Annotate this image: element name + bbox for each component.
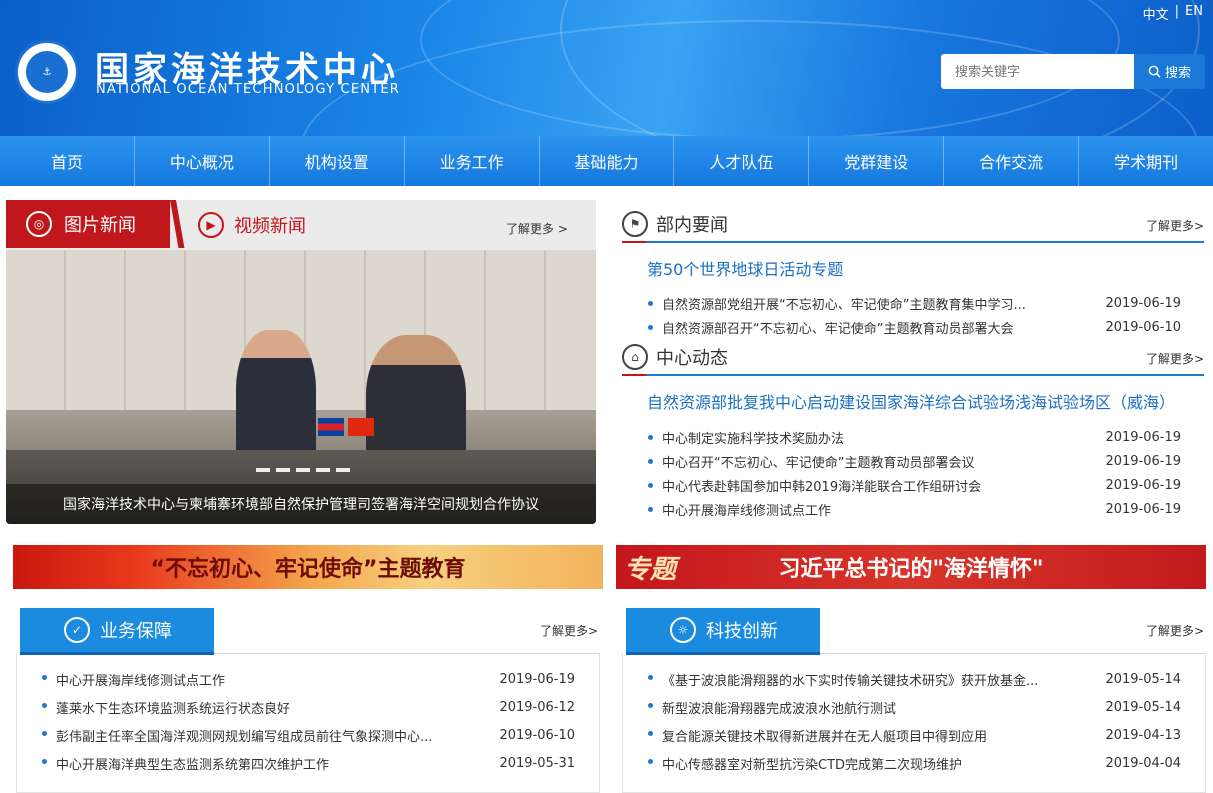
nav-item-journal[interactable]: 学术期刊	[1079, 136, 1213, 186]
banner-ocean-feelings-text: 习近平总书记的"海洋情怀"	[778, 557, 1044, 582]
ministry-featured-link[interactable]: 第50个世界地球日活动专题	[647, 256, 843, 280]
photo-caption[interactable]: 国家海洋技术中心与柬埔寨环境部自然保护管理司签署海洋空间规划合作协议	[6, 484, 596, 524]
tab-photo-news-label: 图片新闻	[64, 215, 136, 236]
ministry-news-rule	[622, 241, 1204, 243]
list-item[interactable]: 中心开展海岸线修测试点工作 2019-06-19	[648, 497, 1181, 521]
tab-video-news-label: 视频新闻	[234, 216, 306, 237]
flag-china	[348, 418, 374, 436]
business-list: 中心开展海岸线修测试点工作 2019-06-19 蓬莱水下生态环境监测系统运行状态…	[42, 665, 575, 777]
search-button[interactable]: 搜索	[1134, 54, 1205, 89]
business-title: 业务保障	[100, 621, 172, 642]
list-item[interactable]: 蓬莱水下生态环境监测系统运行状态良好 2019-06-12	[42, 693, 575, 721]
home-icon: ⌂	[622, 344, 648, 370]
lang-cn-link[interactable]: 中文	[1143, 4, 1169, 23]
list-item[interactable]: 彭伟副主任率全国海洋观测网规划编写组成员前往气象探测中心... 2019-06-1…	[42, 721, 575, 749]
tab-business[interactable]: ✓ 业务保障	[20, 608, 214, 655]
ministry-news-list: 自然资源部党组开展“不忘初心、牢记使命”主题教育集中学习... 2019-06-1…	[648, 291, 1181, 339]
banner-ocean-feelings[interactable]: 专题 习近平总书记的"海洋情怀"	[616, 545, 1206, 589]
list-item[interactable]: 自然资源部党组开展“不忘初心、牢记使命”主题教育集中学习... 2019-06-1…	[648, 291, 1181, 315]
nav-item-cooperation[interactable]: 合作交流	[944, 136, 1080, 186]
tab-innovation[interactable]: ☼ 科技创新	[626, 608, 820, 655]
center-news-list: 中心制定实施科学技术奖励办法 2019-06-19 中心召开“不忘初心、牢记使命”…	[648, 425, 1181, 521]
list-item[interactable]: 新型波浪能滑翔器完成波浪水池航行测试 2019-05-14	[648, 693, 1181, 721]
flag-cambodia	[318, 418, 344, 436]
nav-item-business[interactable]: 业务工作	[405, 136, 540, 186]
innovation-more-link[interactable]: 了解更多>	[1146, 622, 1204, 639]
tab-photo-news[interactable]: ◎ 图片新闻	[6, 200, 170, 248]
center-news-title: 中心动态	[656, 348, 728, 369]
nav-item-organization[interactable]: 机构设置	[270, 136, 405, 186]
lang-separator: |	[1174, 4, 1180, 19]
video-news-icon: ▶	[198, 212, 224, 238]
nav-item-overview[interactable]: 中心概况	[135, 136, 270, 186]
photo-news-tabs: ◎ 图片新闻 ▶ 视频新闻 了解更多 >	[6, 200, 596, 250]
lightbulb-icon: ☼	[670, 617, 696, 643]
list-item[interactable]: 中心传感器室对新型抗污染CTD完成第二次现场维护 2019-04-04	[648, 749, 1181, 777]
center-featured-link[interactable]: 自然资源部批复我中心启动建设国家海洋综合试验场浅海试验场区（威海）	[647, 389, 1175, 413]
search-icon	[1148, 65, 1161, 78]
shield-icon: ✓	[64, 617, 90, 643]
center-news-rule	[622, 374, 1204, 376]
search-button-label: 搜索	[1164, 65, 1191, 80]
logo-emblem-icon: ⚓	[26, 51, 68, 93]
list-item[interactable]: 中心代表赴韩国参加中韩2019海洋能联合工作组研讨会 2019-06-19	[648, 473, 1181, 497]
center-news-more-link[interactable]: 了解更多>	[1146, 350, 1204, 367]
ministry-news-title: 部内要闻	[656, 215, 728, 236]
list-item[interactable]: 中心开展海洋典型生态监测系统第四次维护工作 2019-05-31	[42, 749, 575, 777]
ministry-news-header: ⚑ 部内要闻	[622, 211, 728, 237]
list-item[interactable]: 自然资源部召开“不忘初心、牢记使命”主题教育动员部署大会 2019-06-10	[648, 315, 1181, 339]
main-nav: 首页 中心概况 机构设置 业务工作 基础能力 人才队伍 党群建设 合作交流 学术…	[0, 136, 1213, 186]
site-header: 中文 | EN ⚓ 国家海洋技术中心 NATIONAL OCEAN TECHNO…	[0, 0, 1213, 136]
list-item[interactable]: 中心开展海岸线修测试点工作 2019-06-19	[42, 665, 575, 693]
business-more-link[interactable]: 了解更多>	[540, 622, 598, 639]
nav-item-talent[interactable]: 人才队伍	[674, 136, 810, 186]
lang-en-link[interactable]: EN	[1185, 4, 1203, 23]
site-name-en: NATIONAL OCEAN TECHNOLOGY CENTER	[96, 82, 400, 97]
flag-icon: ⚑	[622, 211, 648, 237]
nav-item-party[interactable]: 党群建设	[809, 136, 945, 186]
search-input[interactable]	[941, 54, 1134, 89]
center-news-header: ⌂ 中心动态	[622, 344, 728, 370]
innovation-title: 科技创新	[706, 621, 778, 642]
innovation-list: 《基于波浪能滑翔器的水下实时传输关键技术研究》获开放基金... 2019-05-1…	[648, 665, 1181, 777]
tab-video-news[interactable]: ▶ 视频新闻	[198, 212, 306, 238]
list-item[interactable]: 中心制定实施科学技术奖励办法 2019-06-19	[648, 425, 1181, 449]
ministry-news-more-link[interactable]: 了解更多>	[1146, 217, 1204, 234]
language-switch: 中文 | EN	[1143, 4, 1203, 23]
site-logo[interactable]: ⚓	[15, 40, 79, 104]
photo-news-icon: ◎	[26, 211, 52, 237]
list-item[interactable]: 《基于波浪能滑翔器的水下实时传输关键技术研究》获开放基金... 2019-05-1…	[648, 665, 1181, 693]
nav-item-capability[interactable]: 基础能力	[540, 136, 675, 186]
search-bar: 搜索	[941, 54, 1205, 89]
carousel-dots[interactable]	[256, 468, 350, 472]
banner-theme-education[interactable]: “不忘初心、牢记使命”主题教育	[13, 545, 603, 589]
list-item[interactable]: 复合能源关键技术取得新进展并在无人艇项目中得到应用 2019-04-13	[648, 721, 1181, 749]
nav-item-home[interactable]: 首页	[0, 136, 135, 186]
list-item[interactable]: 中心召开“不忘初心、牢记使命”主题教育动员部署会议 2019-06-19	[648, 449, 1181, 473]
photo-news-more-link[interactable]: 了解更多 >	[506, 220, 568, 237]
banner-special-tag: 专题	[624, 555, 677, 585]
banner-theme-education-text: “不忘初心、牢记使命”主题教育	[150, 557, 466, 582]
photo-news-image[interactable]: 国家海洋技术中心与柬埔寨环境部自然保护管理司签署海洋空间规划合作协议	[6, 250, 596, 524]
